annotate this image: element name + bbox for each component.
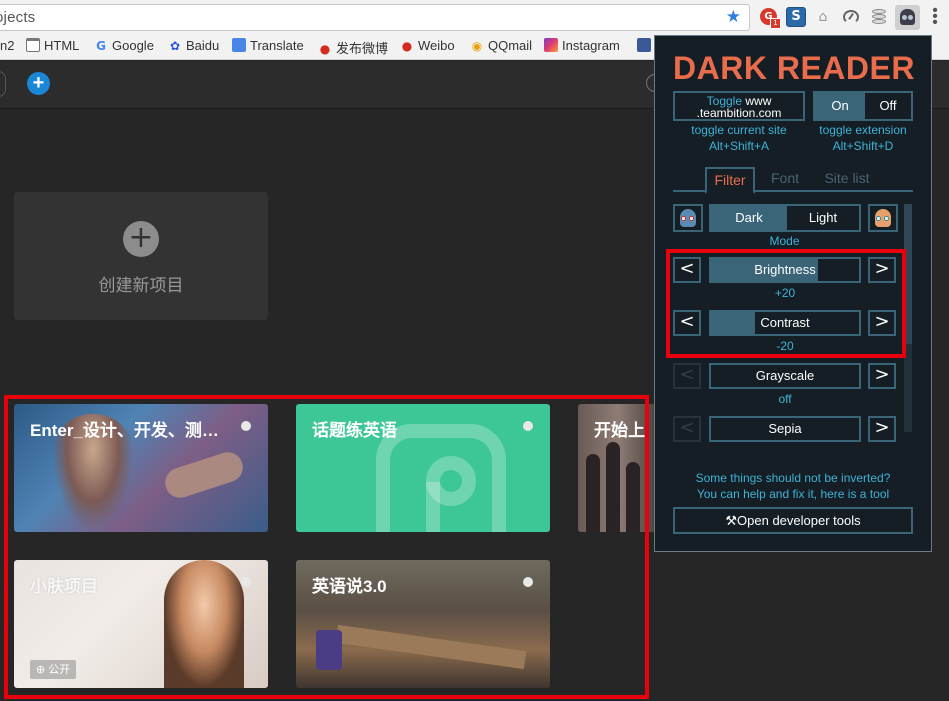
database-icon[interactable] (869, 7, 889, 27)
dark-mode-robot-icon[interactable] (673, 204, 703, 232)
grayscale-decrease-button[interactable]: < (673, 363, 701, 389)
ghostery-icon[interactable]: G1 (760, 7, 781, 29)
toggle-site-button[interactable]: Toggle www .teambition.com (673, 91, 805, 121)
light-mode-robot-icon[interactable] (868, 204, 898, 232)
contrast-slider[interactable]: Contrast (709, 310, 861, 336)
grayscale-increase-button[interactable]: > (868, 363, 896, 389)
bookmark-n2[interactable]: n2 (0, 38, 14, 56)
create-project-label: 创建新项目 (98, 276, 184, 295)
translate-icon (232, 38, 246, 52)
fix-inversion-note: Some things should not be inverted? You … (695, 471, 891, 501)
weibo-icon: ● (401, 39, 413, 53)
bookmark-translate[interactable]: Translate (232, 38, 304, 56)
scrollbar-thumb[interactable] (904, 204, 912, 344)
dark-reader-popup: DARK READER Toggle www .teambition.com O… (654, 35, 932, 552)
browser-toolbar: ojects ★ G1 S ⌂ ••• (0, 0, 949, 34)
project-title: 开始上 (594, 421, 645, 440)
project-status-dot (523, 577, 533, 587)
brightness-label: Brightness (754, 262, 816, 277)
bookmark-facebook[interactable] (637, 38, 655, 56)
contrast-increase-button[interactable]: > (868, 310, 896, 336)
project-status-dot (241, 421, 251, 431)
toggle-site-hint: toggle current site Alt+Shift+A (691, 123, 787, 153)
open-devtools-button[interactable]: ⚒Open developer tools (673, 507, 913, 534)
sepia-decrease-button[interactable]: < (673, 416, 701, 442)
tab-filter[interactable]: Filter (705, 167, 755, 194)
s-ext-icon[interactable]: S (786, 7, 806, 27)
contrast-fill (711, 312, 756, 334)
public-badge: ⊕ 公开 (30, 660, 77, 679)
dark-reader-title: DARK READER (673, 50, 915, 86)
extension-onoff-switch[interactable]: On Off (813, 91, 913, 121)
address-text: ojects (0, 9, 36, 26)
project-cover-image (164, 560, 244, 688)
project-cover-image (335, 624, 527, 670)
contrast-value: -20 (776, 339, 794, 353)
facebook-icon (637, 38, 651, 52)
tab-site-list[interactable]: Site list (818, 167, 876, 192)
dark-reader-tabs: Filter Font Site list (673, 164, 913, 194)
bookmark-qqmail[interactable]: ◉ QQmail (470, 38, 532, 56)
sepia-slider[interactable]: Sepia (709, 416, 861, 442)
project-title: Enter_设计、开发、测… (30, 421, 219, 440)
hat-icon[interactable]: ⌂ (813, 7, 833, 27)
bookmark-star-icon[interactable]: ★ (726, 7, 741, 27)
extension-on-option[interactable]: On (815, 93, 865, 119)
project-card[interactable]: 小肤项目 ⊕ 公开 (14, 560, 268, 688)
contrast-label: Contrast (760, 315, 810, 330)
project-card[interactable]: 开始上 (578, 404, 658, 532)
create-project-card[interactable]: + 创建新项目 (14, 192, 268, 320)
mode-dark-option[interactable]: Dark (711, 206, 787, 230)
toolbar-left-control[interactable] (0, 71, 6, 97)
grayscale-label: Grayscale (755, 368, 815, 383)
project-card[interactable]: 英语说3.0 (296, 560, 550, 688)
project-card[interactable]: Enter_设计、开发、测… (14, 404, 268, 532)
add-project-button[interactable]: + (27, 72, 50, 95)
tools-icon: ⚒ (725, 514, 738, 529)
mode-light-option[interactable]: Light (787, 206, 859, 230)
bookmark-instagram[interactable]: Instagram (544, 38, 620, 56)
project-status-dot (241, 577, 251, 587)
project-title: 话题练英语 (312, 421, 397, 440)
project-status-dot (523, 421, 533, 431)
brightness-decrease-button[interactable]: < (673, 257, 701, 283)
bookmark-baidu[interactable]: ✿ Baidu (168, 38, 219, 56)
toggle-extension-hint: toggle extension Alt+Shift+D (819, 123, 907, 153)
project-card[interactable]: 话题练英语 (296, 404, 550, 532)
brightness-value: +20 (774, 286, 796, 300)
bookmark-weibo-post[interactable]: ● 发布微博 (318, 38, 388, 56)
bookmark-html[interactable]: HTML (26, 38, 79, 56)
bookmark-google[interactable]: G Google (94, 38, 154, 56)
speedometer-icon[interactable] (841, 7, 861, 27)
weibo-icon: ● (319, 42, 331, 56)
brightness-slider[interactable]: Brightness (709, 257, 861, 283)
folder-icon (26, 38, 40, 52)
project-title: 小肤项目 (30, 577, 98, 596)
sepia-label: Sepia (768, 421, 802, 436)
extension-off-option[interactable]: Off (865, 93, 911, 119)
address-bar[interactable]: ojects ★ (0, 4, 750, 31)
sepia-increase-button[interactable]: > (868, 416, 896, 442)
contrast-decrease-button[interactable]: < (673, 310, 701, 336)
plus-icon: + (123, 221, 159, 257)
globe-icon: ⊕ (36, 663, 46, 676)
mode-switch[interactable]: Dark Light (709, 204, 861, 232)
project-title: 英语说3.0 (312, 577, 387, 596)
settings-scrollbar[interactable] (904, 204, 912, 432)
bookmark-weibo[interactable]: ● Weibo (400, 38, 455, 56)
menu-kebab-icon[interactable]: • • • (930, 3, 940, 31)
brightness-increase-button[interactable]: > (868, 257, 896, 283)
qqmail-icon: ◉ (471, 39, 483, 53)
grayscale-value: off (778, 392, 792, 406)
grayscale-slider[interactable]: Grayscale (709, 363, 861, 389)
dark-reader-icon[interactable] (895, 5, 920, 30)
tab-font[interactable]: Font (763, 167, 807, 192)
mode-label: Mode (769, 234, 800, 248)
baidu-paw-icon: ✿ (169, 39, 181, 53)
instagram-icon (544, 38, 558, 52)
google-icon: G (96, 39, 106, 53)
